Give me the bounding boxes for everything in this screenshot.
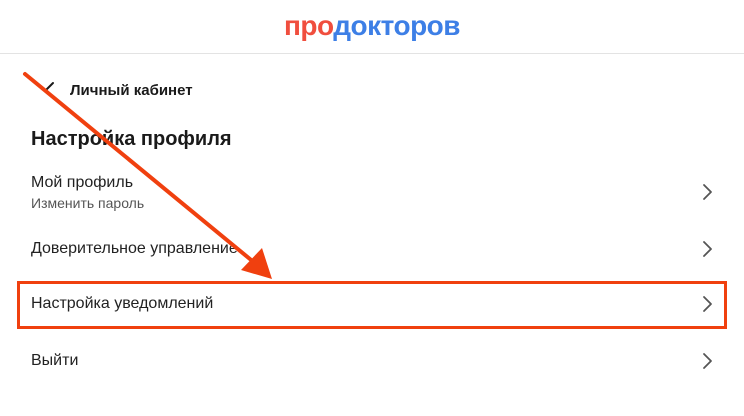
back-link[interactable]: Личный кабинет <box>40 78 193 102</box>
menu-item-my-profile[interactable]: Мой профиль Изменить пароль <box>0 170 744 218</box>
menu-item-label: Мой профиль <box>31 174 134 191</box>
back-link-label: Личный кабинет <box>70 81 193 99</box>
menu-item-label: Доверительное управление <box>31 240 238 257</box>
chevron-right-icon <box>703 241 712 257</box>
menu-item-trust-management[interactable]: Доверительное управление <box>0 236 744 264</box>
menu-item-label: Настройка уведомлений <box>31 295 214 312</box>
page-title: Настройка профиля <box>31 128 232 150</box>
logo-part-pro: про <box>283 10 334 41</box>
chevron-right-icon <box>703 353 712 369</box>
chevron-right-icon <box>703 296 712 312</box>
chevron-right-icon <box>703 184 712 200</box>
menu-item-sublabel: Изменить пароль <box>31 195 145 211</box>
menu-item-label: Выйти <box>31 352 79 369</box>
menu-item-logout[interactable]: Выйти <box>0 348 744 376</box>
logo-part-doctors: докторов <box>333 10 460 41</box>
chevron-left-icon <box>45 82 54 98</box>
menu-item-notification-settings[interactable]: Настройка уведомлений <box>0 281 744 329</box>
site-header: продокторов <box>0 0 744 54</box>
site-logo[interactable]: продокторов <box>0 8 744 44</box>
